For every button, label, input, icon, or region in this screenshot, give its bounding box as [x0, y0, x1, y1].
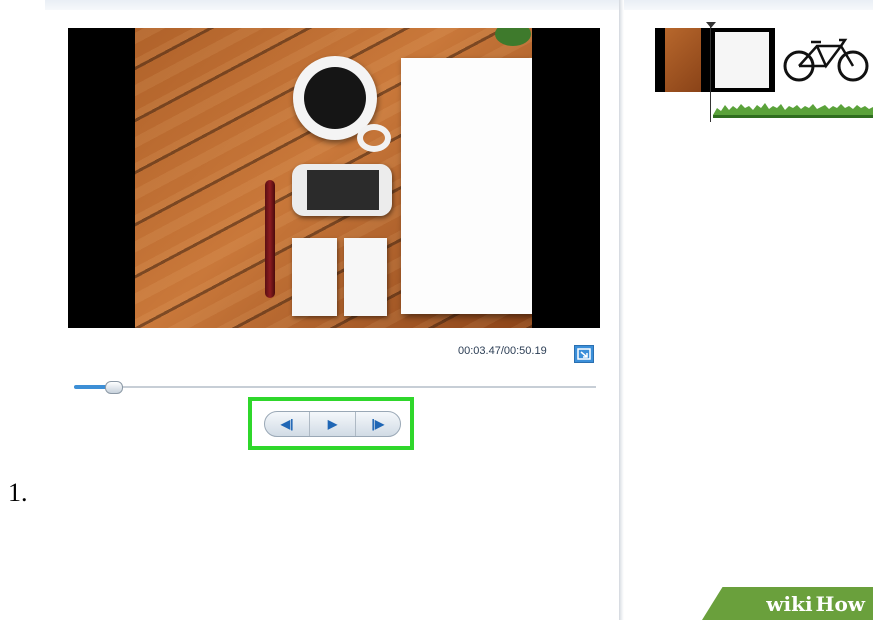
- seek-bar-thumb[interactable]: [105, 381, 123, 394]
- wikihow-watermark: wiki How: [702, 587, 873, 620]
- bicycle-icon: [783, 38, 869, 82]
- cup-handle-shape: [357, 124, 391, 152]
- business-card-shape: [292, 238, 337, 316]
- pane-divider[interactable]: [619, 0, 624, 620]
- previous-frame-button[interactable]: ◀|: [265, 412, 311, 436]
- next-frame-icon: |▶: [371, 417, 385, 431]
- play-button[interactable]: ▶: [310, 412, 356, 436]
- next-frame-button[interactable]: |▶: [356, 412, 400, 436]
- phone-shape: [292, 164, 392, 216]
- expand-icon: [577, 348, 591, 360]
- business-card-shape: [344, 238, 387, 316]
- timeline-playhead[interactable]: [710, 22, 711, 122]
- expand-button[interactable]: [574, 345, 594, 363]
- timeline-clip-thumbnail[interactable]: [773, 28, 873, 92]
- play-icon: ▶: [327, 417, 338, 431]
- video-preview[interactable]: [68, 28, 600, 328]
- preview-frame-image: [135, 28, 532, 328]
- leaf-shape: [495, 28, 531, 46]
- top-toolbar-strip: [45, 0, 873, 10]
- playhead-marker[interactable]: [706, 22, 716, 28]
- seek-bar-track[interactable]: [74, 386, 596, 388]
- timeline-clip-thumbnail[interactable]: [711, 28, 773, 92]
- watermark-wiki: wiki: [766, 591, 813, 616]
- watermark-how: How: [815, 591, 865, 616]
- playback-controls: ◀| ▶ |▶: [264, 411, 401, 437]
- timeline-clip-thumbnail[interactable]: [655, 28, 711, 92]
- notepad-shape: [401, 58, 532, 314]
- timecode-display: 00:03.47/00:50.19: [458, 345, 547, 357]
- step-number: 1.: [8, 478, 28, 507]
- pen-shape: [265, 180, 275, 298]
- audio-waveform: [713, 103, 873, 118]
- storyboard-timeline: [655, 28, 873, 94]
- previous-frame-icon: ◀|: [280, 417, 294, 431]
